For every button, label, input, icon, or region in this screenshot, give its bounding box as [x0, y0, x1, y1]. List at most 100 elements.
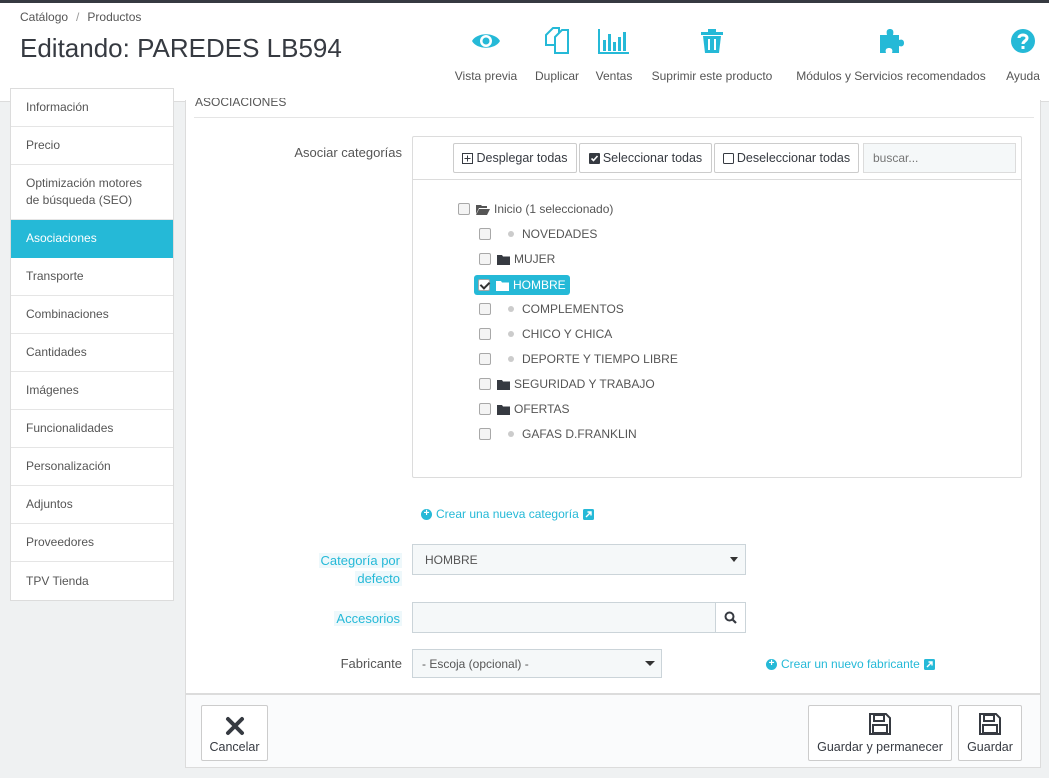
default-category-label-line1: Categoría por	[318, 553, 402, 568]
leaf-dot-icon	[508, 306, 514, 312]
tree-node[interactable]: MUJER	[479, 252, 555, 266]
sidebar-item-images[interactable]: Imágenes	[11, 372, 173, 410]
save-button[interactable]: Guardar	[958, 705, 1022, 761]
external-link-icon	[582, 508, 594, 520]
duplicate-label: Duplicar	[534, 69, 579, 83]
copy-icon	[545, 27, 569, 54]
bar-chart-icon	[598, 29, 629, 54]
tree-node-label: GAFAS D.FRANKLIN	[522, 427, 637, 441]
save-label: Guardar	[967, 740, 1013, 754]
breadcrumb-catalog[interactable]: Catálogo	[20, 10, 68, 24]
associate-categories-label: Asociar categorías	[294, 145, 402, 160]
select-all-button[interactable]: Seleccionar todas	[579, 143, 712, 173]
category-search-input[interactable]	[863, 143, 1016, 173]
tree-node-label: CHICO Y CHICA	[522, 327, 613, 341]
preview-label: Vista previa	[454, 69, 518, 83]
default-category-select[interactable]: HOMBRE	[412, 544, 746, 575]
tree-checkbox[interactable]	[479, 403, 491, 415]
sidebar-item-pos-store[interactable]: TPV Tienda	[11, 562, 173, 600]
tree-node-label: NOVEDADES	[522, 227, 598, 241]
tree-node-root[interactable]: Inicio (1 seleccionado)	[458, 202, 613, 216]
tree-checkbox[interactable]	[479, 328, 491, 340]
expand-all-button[interactable]: Desplegar todas	[453, 143, 577, 173]
tree-node[interactable]: COMPLEMENTOS	[479, 302, 624, 316]
tree-checkbox-checked[interactable]	[478, 279, 490, 291]
leaf-dot-icon	[508, 331, 514, 337]
deselect-all-button[interactable]: Deseleccionar todas	[714, 143, 859, 173]
accessories-search-button[interactable]	[715, 602, 746, 633]
accessories-label: Accesorios	[260, 610, 402, 628]
tree-checkbox[interactable]	[479, 253, 491, 265]
preview-button[interactable]: Vista previa	[453, 25, 519, 83]
tree-checkbox[interactable]	[479, 228, 491, 240]
chevron-down-icon	[730, 557, 738, 562]
tree-node-selected[interactable]: HOMBRE	[474, 275, 570, 295]
default-category-label-line2: defecto	[355, 571, 402, 586]
cancel-button[interactable]: Cancelar	[201, 705, 268, 761]
sidebar-item-combinations[interactable]: Combinaciones	[11, 296, 173, 334]
tree-checkbox[interactable]	[479, 303, 491, 315]
duplicate-button[interactable]: Duplicar	[533, 25, 581, 83]
leaf-dot-icon	[508, 431, 514, 437]
create-category-link[interactable]: + Crear una nueva categoría	[421, 507, 594, 521]
tree-checkbox[interactable]	[479, 378, 491, 390]
floppy-disk-icon	[979, 713, 1001, 735]
tree-node-label: DEPORTE Y TIEMPO LIBRE	[522, 352, 678, 366]
delete-product-button[interactable]: Suprimir este producto	[645, 25, 779, 83]
help-label: Ayuda	[1006, 69, 1040, 83]
tree-node[interactable]: DEPORTE Y TIEMPO LIBRE	[479, 352, 678, 366]
tree-checkbox[interactable]	[479, 428, 491, 440]
tree-checkbox[interactable]	[479, 353, 491, 365]
tree-node[interactable]: CHICO Y CHICA	[479, 327, 612, 341]
leaf-dot-icon	[508, 356, 514, 362]
accessories-input-group	[412, 602, 746, 633]
tree-node[interactable]: NOVEDADES	[479, 227, 597, 241]
category-tree: Desplegar todas Seleccionar todas Desele…	[412, 136, 1022, 478]
save-and-stay-button[interactable]: Guardar y permanecer	[808, 705, 952, 761]
sales-button[interactable]: Ventas	[593, 25, 635, 83]
folder-open-icon	[476, 204, 490, 215]
tree-node[interactable]: OFERTAS	[479, 402, 570, 416]
accessories-input[interactable]	[412, 602, 716, 633]
sidebar-item-suppliers[interactable]: Proveedores	[11, 524, 173, 562]
default-category-label: Categoría por defecto	[260, 552, 402, 588]
manufacturer-select[interactable]: - Escoja (opcional) -	[412, 649, 662, 678]
sidebar-item-info[interactable]: Información	[11, 89, 173, 127]
breadcrumb-products[interactable]: Productos	[87, 10, 141, 24]
tree-node[interactable]: SEGURIDAD Y TRABAJO	[479, 377, 655, 391]
save-and-stay-label: Guardar y permanecer	[817, 740, 943, 754]
form-footer: Cancelar Guardar y permanecer Guardar	[185, 694, 1041, 768]
modules-label: Módulos y Servicios recomendados	[796, 69, 986, 83]
sidebar-item-quantities[interactable]: Cantidades	[11, 334, 173, 372]
plus-square-icon	[462, 152, 474, 164]
folder-icon	[497, 379, 510, 390]
create-manufacturer-label: Crear un nuevo fabricante	[781, 657, 920, 671]
sidebar-item-attachments[interactable]: Adjuntos	[11, 486, 173, 524]
sidebar-item-seo[interactable]: Optimización motores de búsqueda (SEO)	[11, 165, 173, 220]
sidebar-item-associations[interactable]: Asociaciones	[11, 220, 173, 258]
breadcrumb: Catálogo / Productos	[20, 10, 141, 24]
tree-node-label: COMPLEMENTOS	[522, 302, 624, 316]
help-button[interactable]: Ayuda	[1005, 25, 1041, 83]
sales-label: Ventas	[595, 69, 633, 83]
select-all-label: Seleccionar todas	[602, 151, 703, 165]
sidebar-item-features[interactable]: Funcionalidades	[11, 410, 173, 448]
create-manufacturer-link[interactable]: + Crear un nuevo fabricante	[766, 657, 935, 671]
sidebar-item-customization[interactable]: Personalización	[11, 448, 173, 486]
create-category-label: Crear una nueva categoría	[436, 507, 579, 521]
breadcrumb-separator: /	[76, 10, 80, 24]
folder-icon	[496, 280, 509, 291]
sidebar-item-shipping[interactable]: Transporte	[11, 258, 173, 296]
tree-node-label: SEGURIDAD Y TRABAJO	[514, 377, 655, 391]
recommended-modules-button[interactable]: Módulos y Servicios recomendados	[791, 25, 991, 83]
expand-all-label: Desplegar todas	[476, 151, 568, 165]
plus-circle-icon: +	[421, 508, 432, 520]
tree-node-label: MUJER	[514, 252, 556, 266]
tree-node-label: OFERTAS	[514, 402, 570, 416]
sidebar-item-price[interactable]: Precio	[11, 127, 173, 165]
chevron-down-icon	[645, 661, 655, 666]
folder-icon	[497, 254, 510, 265]
close-icon	[225, 717, 244, 735]
tree-checkbox-root[interactable]	[458, 203, 470, 215]
tree-node[interactable]: GAFAS D.FRANKLIN	[479, 427, 637, 441]
